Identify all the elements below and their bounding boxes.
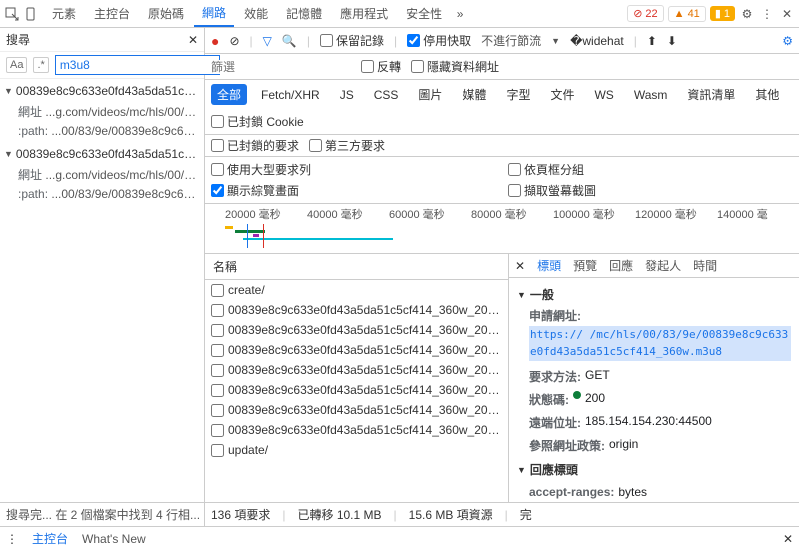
general-section[interactable]: ▼一般 (517, 282, 791, 307)
filter-font[interactable]: 字型 (500, 84, 536, 105)
request-row[interactable]: 00839e8c9c633e0fd43a5da51c5cf414_360w_20… (205, 300, 508, 320)
filter-img[interactable]: 圖片 (412, 84, 448, 105)
group-frame-checkbox[interactable]: 依頁框分組 (508, 161, 793, 178)
filter-other[interactable]: 其他 (749, 84, 785, 105)
preserve-log-checkbox[interactable]: 保留記錄 (320, 32, 384, 49)
request-row[interactable]: 00839e8c9c633e0fd43a5da51c5cf414_360w_20… (205, 320, 508, 340)
filter-ws[interactable]: WS (588, 86, 619, 104)
filter-js[interactable]: JS (334, 86, 360, 104)
request-row[interactable]: create/ (205, 280, 508, 300)
filter-type-row: 全部 Fetch/XHR JS CSS 圖片 媒體 字型 文件 WS Wasm … (205, 80, 799, 135)
errors-badge[interactable]: ⊘ 22 (627, 5, 663, 22)
result-line[interactable]: 網址 ...g.com/videos/mc/hls/00/83... (4, 164, 200, 185)
network-settings-icon[interactable]: ⚙ (782, 34, 793, 48)
case-toggle[interactable]: Aa (6, 57, 27, 73)
large-rows-checkbox[interactable]: 使用大型要求列 (211, 161, 496, 178)
tab-application[interactable]: 應用程式 (332, 1, 396, 26)
tab-memory[interactable]: 記憶體 (278, 1, 330, 26)
filter-input[interactable] (211, 60, 351, 74)
disable-cache-checkbox[interactable]: 停用快取 (407, 32, 471, 49)
filter-media[interactable]: 媒體 (456, 84, 492, 105)
filter-doc[interactable]: 文件 (544, 84, 580, 105)
finish: 完 (520, 506, 532, 523)
response-tab[interactable]: 回應 (609, 257, 633, 274)
clear-icon[interactable]: ✕ (188, 33, 198, 47)
drawer-kebab-icon[interactable]: ⋮ (6, 532, 18, 546)
tab-elements[interactable]: 元素 (44, 1, 84, 26)
resources: 15.6 MB 項資源 (409, 506, 493, 523)
device-icon[interactable] (24, 6, 40, 22)
tab-sources[interactable]: 原始碼 (140, 1, 192, 26)
clear-log-icon[interactable]: ⊘ (229, 34, 239, 48)
warnings-badge[interactable]: ▲ 41 (668, 6, 706, 22)
request-row[interactable]: 00839e8c9c633e0fd43a5da51c5cf414_360w_20… (205, 380, 508, 400)
more-tabs-icon[interactable]: » (452, 6, 468, 22)
tab-security[interactable]: 安全性 (398, 1, 450, 26)
wifi-icon[interactable]: �widehat (570, 34, 624, 48)
result-file-header[interactable]: ▼00839e8c9c633e0fd43a5da51c5cf4... (4, 144, 200, 164)
overview-checkbox[interactable]: 顯示綜覽畫面 (211, 182, 496, 199)
filter-icon[interactable]: ▽ (263, 34, 272, 48)
upload-icon[interactable]: ⬆ (647, 34, 657, 48)
drawer-whatsnew-tab[interactable]: What's New (82, 532, 146, 546)
settings-icon[interactable]: ⚙ (739, 6, 755, 22)
headers-tab[interactable]: 標頭 (537, 257, 561, 274)
filter-css[interactable]: CSS (368, 86, 405, 104)
inspect-icon[interactable] (4, 6, 20, 22)
search-title: 搜尋 (6, 31, 30, 48)
issues-badge[interactable]: ▮ 1 (710, 6, 735, 21)
response-headers-section[interactable]: ▼回應標頭 (517, 457, 791, 482)
request-row[interactable]: 00839e8c9c633e0fd43a5da51c5cf414_360w_20… (205, 400, 508, 420)
panel-tabs: 元素 主控台 原始碼 網路 效能 記憶體 應用程式 安全性 » (44, 0, 623, 27)
third-party-checkbox[interactable]: 第三方要求 (309, 137, 385, 154)
result-line[interactable]: 網址 ...g.com/videos/mc/hls/00/83... (4, 101, 200, 122)
devtools-top-toolbar: 元素 主控台 原始碼 網路 效能 記憶體 應用程式 安全性 » ⊘ 22 ▲ 4… (0, 0, 799, 28)
initiator-tab[interactable]: 發起人 (645, 257, 681, 274)
search-status: 搜尋完... 在 2 個檔案中找到 4 行相... (0, 503, 205, 526)
screenshot-checkbox[interactable]: 擷取螢幕截圖 (508, 182, 793, 199)
drawer-console-tab[interactable]: 主控台 (32, 530, 68, 547)
download-icon[interactable]: ⬇ (667, 34, 677, 48)
result-line[interactable]: :path: ...00/83/9e/00839e8c9c633e... (4, 122, 200, 140)
invert-checkbox[interactable]: 反轉 (361, 58, 401, 75)
blocked-cookies-checkbox[interactable]: 已封鎖 Cookie (211, 113, 304, 130)
blocked-req-checkbox[interactable]: 已封鎖的要求 (211, 137, 299, 154)
request-row[interactable]: update/ (205, 440, 508, 460)
search-panel: 搜尋 ✕ Aa .* ⟳ ⊘ ▼00839e8c9c633e0fd43a5da5… (0, 28, 205, 502)
hide-data-checkbox[interactable]: 隱藏資料網址 (411, 58, 499, 75)
transferred: 已轉移 10.1 MB (297, 506, 381, 523)
preview-tab[interactable]: 預覽 (573, 257, 597, 274)
request-row[interactable]: 00839e8c9c633e0fd43a5da51c5cf414_360w_20… (205, 420, 508, 440)
throttle-select[interactable]: 不進行節流 (481, 32, 541, 49)
filter-fetch[interactable]: Fetch/XHR (255, 86, 326, 104)
close-details-icon[interactable]: ✕ (515, 259, 525, 273)
filter-manifest[interactable]: 資訊清單 (681, 84, 741, 105)
regex-toggle[interactable]: .* (33, 57, 48, 73)
tab-console[interactable]: 主控台 (86, 1, 138, 26)
drawer-close-icon[interactable]: ✕ (783, 532, 793, 546)
status-dot-icon (573, 391, 581, 399)
request-count: 136 項要求 (211, 506, 270, 523)
request-row[interactable]: 00839e8c9c633e0fd43a5da51c5cf414_360w_20… (205, 360, 508, 380)
timing-tab[interactable]: 時間 (693, 257, 717, 274)
overview-timeline[interactable]: 20000 毫秒40000 毫秒60000 毫秒80000 毫秒100000 毫… (205, 204, 799, 254)
tab-network[interactable]: 網路 (194, 0, 234, 27)
request-list: 名稱 create/ 00839e8c9c633e0fd43a5da51c5cf… (205, 254, 509, 502)
search-icon[interactable]: 🔍 (282, 34, 297, 48)
network-panel: ● ⊘ | ▽ 🔍 | 保留記錄 | 停用快取 不進行節流 ▼ �widehat… (205, 28, 799, 502)
kebab-icon[interactable]: ⋮ (759, 6, 775, 22)
search-results: ▼00839e8c9c633e0fd43a5da51c5cf4... 網址 ..… (0, 79, 204, 502)
request-row[interactable]: 00839e8c9c633e0fd43a5da51c5cf414_360w_20… (205, 340, 508, 360)
result-file-header[interactable]: ▼00839e8c9c633e0fd43a5da51c5cf4... (4, 81, 200, 101)
close-icon[interactable]: ✕ (779, 6, 795, 22)
filter-wasm[interactable]: Wasm (628, 86, 674, 104)
result-line[interactable]: :path: ...00/83/9e/00839e8c9c633e... (4, 185, 200, 203)
name-column-header[interactable]: 名稱 (205, 254, 508, 280)
filter-all[interactable]: 全部 (211, 84, 247, 105)
search-input[interactable] (55, 55, 220, 75)
request-details: ✕ 標頭 預覽 回應 發起人 時間 ▼一般 申請網址: https:// /mc… (509, 254, 799, 502)
record-icon[interactable]: ● (211, 33, 219, 49)
tab-performance[interactable]: 效能 (236, 1, 276, 26)
request-url[interactable]: https:// /mc/hls/00/83/9e/00839e8c9c633e… (529, 326, 791, 361)
